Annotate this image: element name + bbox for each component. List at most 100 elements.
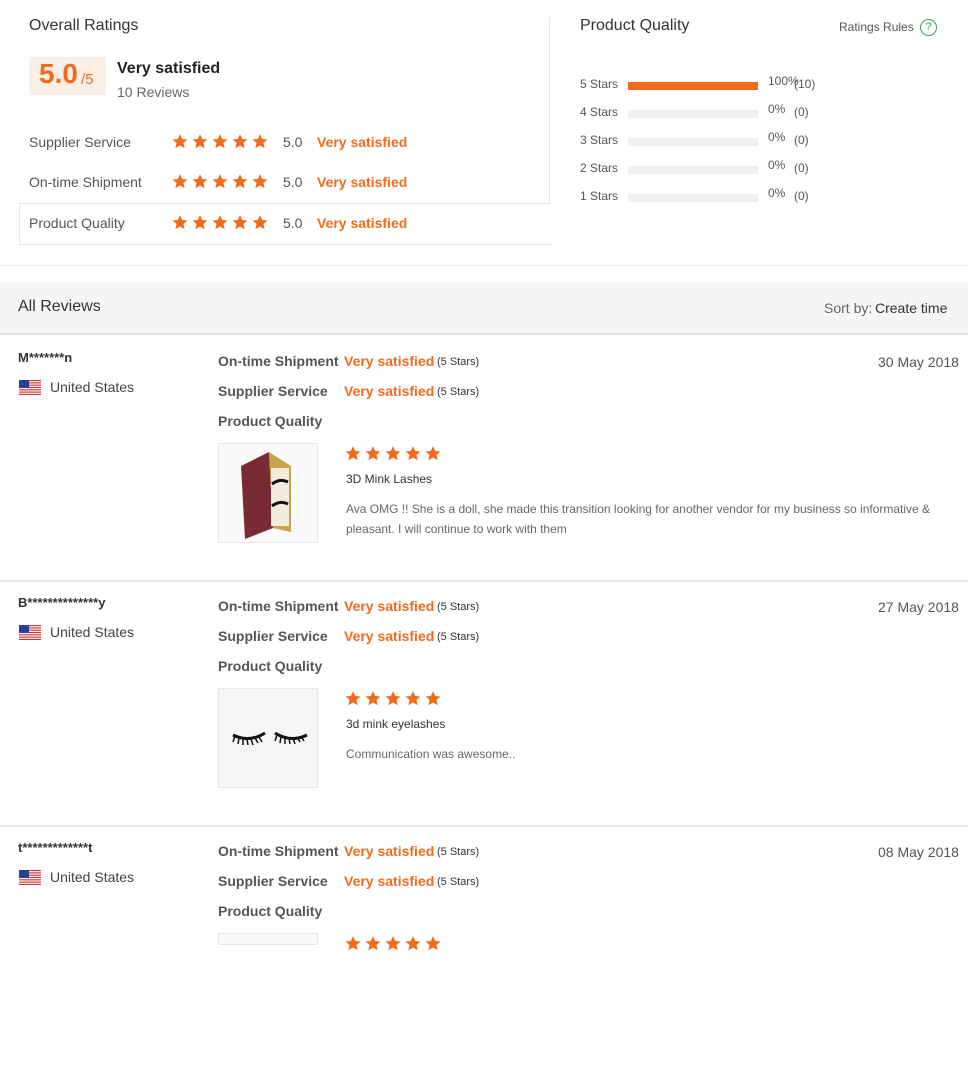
reviewer-country: United States: [50, 624, 135, 640]
star-icon: [251, 214, 269, 231]
quality-label: Product Quality: [218, 658, 323, 674]
distribution-label: 3 Stars: [580, 133, 619, 147]
shipment-stars: (5 Stars): [437, 846, 480, 858]
star-icon: [171, 173, 189, 190]
star-icon: [344, 445, 362, 462]
star-icon: [364, 690, 382, 707]
reviewer-name: t*************t: [18, 840, 93, 855]
star-icon: [251, 133, 269, 150]
distribution-label: 5 Stars: [580, 77, 619, 91]
star-icon: [171, 133, 189, 150]
distribution-count: (0): [794, 133, 809, 147]
star-icon: [231, 173, 249, 190]
distribution-bar: [628, 166, 758, 174]
review-stars: [344, 445, 444, 463]
metric-row-product-quality[interactable]: Product Quality 5.0 Very satisfied: [19, 203, 551, 245]
metric-stars: [171, 173, 271, 191]
star-icon: [384, 445, 402, 462]
star-icon: [191, 133, 209, 150]
service-stars: (5 Stars): [437, 876, 480, 888]
quality-label: Product Quality: [218, 903, 323, 919]
distribution-percent: 0%: [768, 130, 786, 144]
product-thumbnail[interactable]: [218, 688, 318, 788]
metric-text: Very satisfied: [317, 174, 408, 190]
star-icon: [171, 214, 189, 231]
shipment-label: On-time Shipment: [218, 353, 339, 369]
star-icon: [384, 690, 402, 707]
star-icon: [191, 173, 209, 190]
all-reviews-header: All Reviews Sort by: Create time: [0, 283, 968, 335]
service-value: Very satisfied: [344, 873, 435, 889]
distribution-label: 4 Stars: [580, 105, 619, 119]
star-icon: [231, 214, 249, 231]
product-thumbnail[interactable]: [218, 443, 318, 543]
product-quality-title: Product Quality: [580, 17, 690, 34]
shipment-stars: (5 Stars): [437, 601, 480, 613]
star-icon: [404, 445, 422, 462]
distribution-label: 1 Stars: [580, 189, 619, 203]
star-icon: [404, 690, 422, 707]
star-icon: [211, 173, 229, 190]
overall-ratings-title: Overall Ratings: [29, 17, 139, 34]
star-icon: [404, 935, 422, 952]
shipment-value: Very satisfied: [344, 353, 435, 369]
service-value: Very satisfied: [344, 383, 435, 399]
service-label: Supplier Service: [218, 628, 328, 644]
sort-dropdown[interactable]: Create time: [875, 300, 947, 316]
us-flag-icon: [19, 870, 41, 885]
distribution-label: 2 Stars: [580, 161, 619, 175]
distribution-row-4: 4 Stars 0% (0): [580, 102, 840, 125]
quality-label: Product Quality: [218, 413, 323, 429]
distribution-bar-fill: [628, 82, 758, 90]
distribution-bar: [628, 110, 758, 118]
metric-score: 5.0: [283, 134, 303, 150]
star-icon: [384, 935, 402, 952]
metric-stars: [171, 214, 271, 232]
metric-score: 5.0: [283, 174, 303, 190]
service-stars: (5 Stars): [437, 631, 480, 643]
distribution-count: (0): [794, 105, 809, 119]
review-stars: [344, 690, 444, 708]
star-icon: [364, 445, 382, 462]
distribution-percent: 0%: [768, 102, 786, 116]
distribution-bar: [628, 82, 758, 90]
distribution-count: (0): [794, 161, 809, 175]
shipment-label: On-time Shipment: [218, 598, 339, 614]
review-product-name[interactable]: 3D Mink Lashes: [346, 472, 432, 486]
review-item: B**************y United States On-time S…: [0, 580, 968, 827]
review-date: 08 May 2018: [878, 844, 959, 860]
shipment-value: Very satisfied: [344, 843, 435, 859]
distribution-count: (0): [794, 189, 809, 203]
divider: [549, 17, 550, 203]
distribution-bar: [628, 138, 758, 146]
star-icon: [344, 935, 362, 952]
distribution-percent: 0%: [768, 158, 786, 172]
review-stars: [344, 935, 444, 953]
star-icon: [364, 935, 382, 952]
reviewer-name: B**************y: [18, 595, 106, 610]
star-icon: [191, 214, 209, 231]
reviews-count: 10 Reviews: [117, 84, 190, 100]
us-flag-icon: [19, 380, 41, 395]
review-product-name[interactable]: 3d mink eyelashes: [346, 717, 445, 731]
product-thumbnail[interactable]: [218, 933, 318, 945]
star-icon: [424, 445, 442, 462]
shipment-value: Very satisfied: [344, 598, 435, 614]
metric-stars: [171, 133, 271, 151]
reviewer-country: United States: [50, 379, 135, 395]
metric-row-supplier-service[interactable]: Supplier Service 5.0 Very satisfied: [19, 122, 550, 162]
help-circle-icon[interactable]: ?: [920, 19, 937, 36]
star-icon: [251, 173, 269, 190]
distribution-row-1: 1 Stars 0% (0): [580, 186, 840, 209]
star-icon: [211, 133, 229, 150]
ratings-rules-link[interactable]: Ratings Rules: [839, 20, 914, 34]
metric-label: On-time Shipment: [29, 174, 142, 190]
metric-label: Supplier Service: [29, 134, 131, 150]
distribution-count: (10): [794, 77, 816, 91]
distribution-row-2: 2 Stars 0% (0): [580, 158, 840, 181]
shipment-label: On-time Shipment: [218, 843, 339, 859]
distribution-row-3: 3 Stars 0% (0): [580, 130, 840, 153]
metric-row-on-time-shipment[interactable]: On-time Shipment 5.0 Very satisfied: [19, 162, 550, 202]
section-divider: [0, 265, 968, 266]
metric-text: Very satisfied: [317, 215, 408, 231]
